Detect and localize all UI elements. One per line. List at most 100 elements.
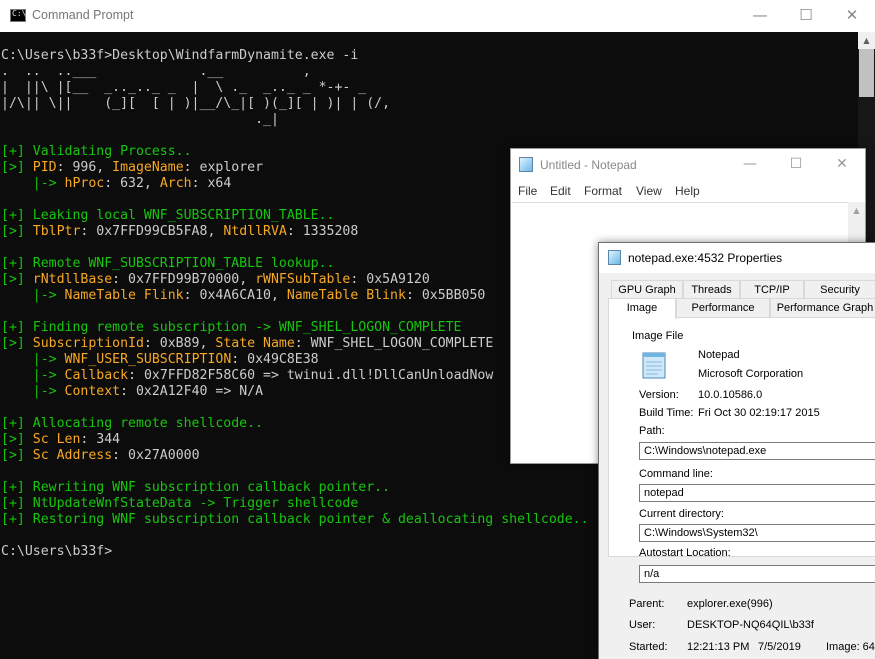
menu-format[interactable]: Format	[584, 184, 622, 198]
version-label: Version:	[639, 389, 679, 401]
menu-file[interactable]: File	[518, 184, 537, 198]
tab-performance[interactable]: Performance	[676, 298, 770, 317]
console-text: ._|	[1, 112, 279, 127]
console-text: [+] Rewriting WNF subscription callback …	[1, 480, 391, 495]
tab-performance-graph[interactable]: Performance Graph	[770, 298, 875, 317]
console-line: |/\|| \|| (_][ [ | )|__/\_|[ )(_][ | )| …	[1, 96, 851, 112]
notepad-window-title: Untitled - Notepad	[540, 158, 637, 172]
console-text: : 0x7FFD99B70000,	[112, 272, 256, 287]
cmd-maximize-button[interactable]: ☐	[783, 0, 829, 32]
console-text: |->	[1, 176, 65, 191]
cmd-scroll-thumb[interactable]	[859, 49, 874, 97]
console-text: C:\Users\b33f>Desktop\WindfarmDynamite.e…	[1, 48, 359, 63]
menu-view[interactable]: View	[636, 184, 662, 198]
notepad-app-icon	[519, 157, 533, 172]
console-text: [+] Finding remote subscription -> WNF_S…	[1, 320, 462, 335]
console-text: : 0x7FFD82F58C60 => twinui.dll!DllCanUnl…	[128, 368, 494, 383]
console-line: ._|	[1, 112, 851, 128]
console-text: : 0x2A12F40 => N/A	[120, 384, 264, 399]
autostart-label: Autostart Location:	[639, 547, 731, 559]
menu-help[interactable]: Help	[675, 184, 700, 198]
console-text: [+] Leaking local WNF_SUBSCRIPTION_TABLE…	[1, 208, 335, 223]
console-text: Callback	[64, 368, 129, 383]
notepad-title-bar[interactable]: Untitled - Notepad — ☐ ✕	[511, 149, 865, 180]
console-text: |/\|| \|| (_][ [ | )|__/\_|[ )(_][ | )| …	[1, 96, 391, 111]
tab-gpu-graph[interactable]: GPU Graph	[611, 280, 683, 299]
console-text: [+] Allocating remote shellcode..	[1, 416, 264, 431]
version-value: 10.0.10586.0	[698, 389, 763, 401]
cmd-window-title: Command Prompt	[32, 8, 134, 22]
path-field[interactable]: C:\Windows\notepad.exe	[639, 442, 875, 460]
console-text: PID	[32, 160, 57, 175]
console-text: [>]	[1, 336, 33, 351]
autostart-field[interactable]: n/a	[639, 565, 875, 583]
menu-edit[interactable]: Edit	[550, 184, 571, 198]
image-bitness: Image: 64	[826, 641, 875, 653]
scroll-up-arrow-icon[interactable]: ▲	[858, 32, 875, 49]
console-text: |->	[1, 288, 65, 303]
console-text: WNF_USER_SUBSCRIPTION	[64, 352, 232, 367]
console-text: hProc	[64, 176, 105, 191]
console-text: State Name	[215, 336, 295, 351]
started-label: Started:	[629, 641, 668, 653]
command-line-field[interactable]: notepad	[639, 484, 875, 502]
command-line-label: Command line:	[639, 468, 713, 480]
properties-window-title: notepad.exe:4532 Properties	[628, 251, 783, 265]
scroll-up-arrow-icon[interactable]: ▲	[848, 202, 865, 219]
tab-security[interactable]: Security	[804, 280, 875, 299]
properties-window[interactable]: notepad.exe:4532 Properties GPU Graph Th…	[598, 242, 875, 659]
console-text: Context	[64, 384, 121, 399]
tab-image[interactable]: Image	[608, 298, 676, 319]
console-text: : 0x5BB050	[405, 288, 486, 303]
console-text: Arch	[159, 176, 192, 191]
console-text: [>]	[1, 160, 33, 175]
notepad-close-button[interactable]: ✕	[819, 149, 865, 180]
console-text: . .. ..___ .__ ,	[1, 64, 311, 79]
cmd-app-icon	[10, 9, 26, 22]
console-text: : 632,	[104, 176, 160, 191]
console-text: [+] Validating Process..	[1, 144, 192, 159]
console-line: . .. ..___ .__ ,	[1, 64, 851, 80]
started-date: 7/5/2019	[758, 641, 801, 653]
console-line: | ||\ |[__ _.._.._ _ | \ ._ _.._ _ *-+- …	[1, 80, 851, 96]
notepad-minimize-button[interactable]: —	[727, 149, 773, 180]
tab-threads[interactable]: Threads	[683, 280, 740, 299]
cmd-close-button[interactable]: ✕	[829, 0, 875, 32]
console-text: |->	[1, 384, 65, 399]
notepad-icon	[641, 350, 669, 380]
cmd-title-bar[interactable]: Command Prompt — ☐ ✕	[0, 0, 875, 32]
console-text: [>]	[1, 432, 33, 447]
console-text: : 0xB89,	[143, 336, 216, 351]
console-text: : 344	[80, 432, 121, 447]
console-text: NameTable Blink	[286, 288, 406, 303]
current-directory-field[interactable]: C:\Windows\System32\	[639, 524, 875, 542]
console-text: [>]	[1, 224, 33, 239]
user-value: DESKTOP-NQ64QIL\b33f	[687, 619, 814, 631]
console-text: |->	[1, 352, 65, 367]
console-text: NameTable Flink	[64, 288, 184, 303]
console-text: |->	[1, 368, 65, 383]
console-text: : 996,	[56, 160, 113, 175]
console-text: Sc Len	[32, 432, 81, 447]
notepad-maximize-button[interactable]: ☐	[773, 149, 819, 180]
user-label: User:	[629, 619, 656, 631]
console-text: ImageName	[112, 160, 184, 175]
console-text: : WNF_SHEL_LOGON_COMPLETE	[294, 336, 494, 351]
build-time-label: Build Time:	[639, 407, 694, 419]
console-text: [>]	[1, 448, 33, 463]
properties-title-bar[interactable]: notepad.exe:4532 Properties	[599, 243, 875, 273]
started-time: 12:21:13 PM	[687, 641, 750, 653]
console-text: Sc Address	[32, 448, 113, 463]
console-text: [+] NtUpdateWnfStateData -> Trigger shel…	[1, 496, 359, 511]
console-text: [+] Remote WNF_SUBSCRIPTION_TABLE lookup…	[1, 256, 335, 271]
console-text: : 0x27A0000	[112, 448, 200, 463]
console-text: : 0x7FFD99CB5FA8,	[80, 224, 224, 239]
current-directory-label: Current directory:	[639, 508, 724, 520]
console-text: NtdllRVA	[223, 224, 287, 239]
cmd-minimize-button[interactable]: —	[737, 0, 783, 32]
build-time-value: Fri Oct 30 02:19:17 2015	[698, 407, 820, 419]
notepad-app-icon	[608, 250, 621, 265]
console-text: rNtdllBase	[32, 272, 113, 287]
console-text: [>]	[1, 272, 33, 287]
tab-tcpip[interactable]: TCP/IP	[740, 280, 804, 299]
